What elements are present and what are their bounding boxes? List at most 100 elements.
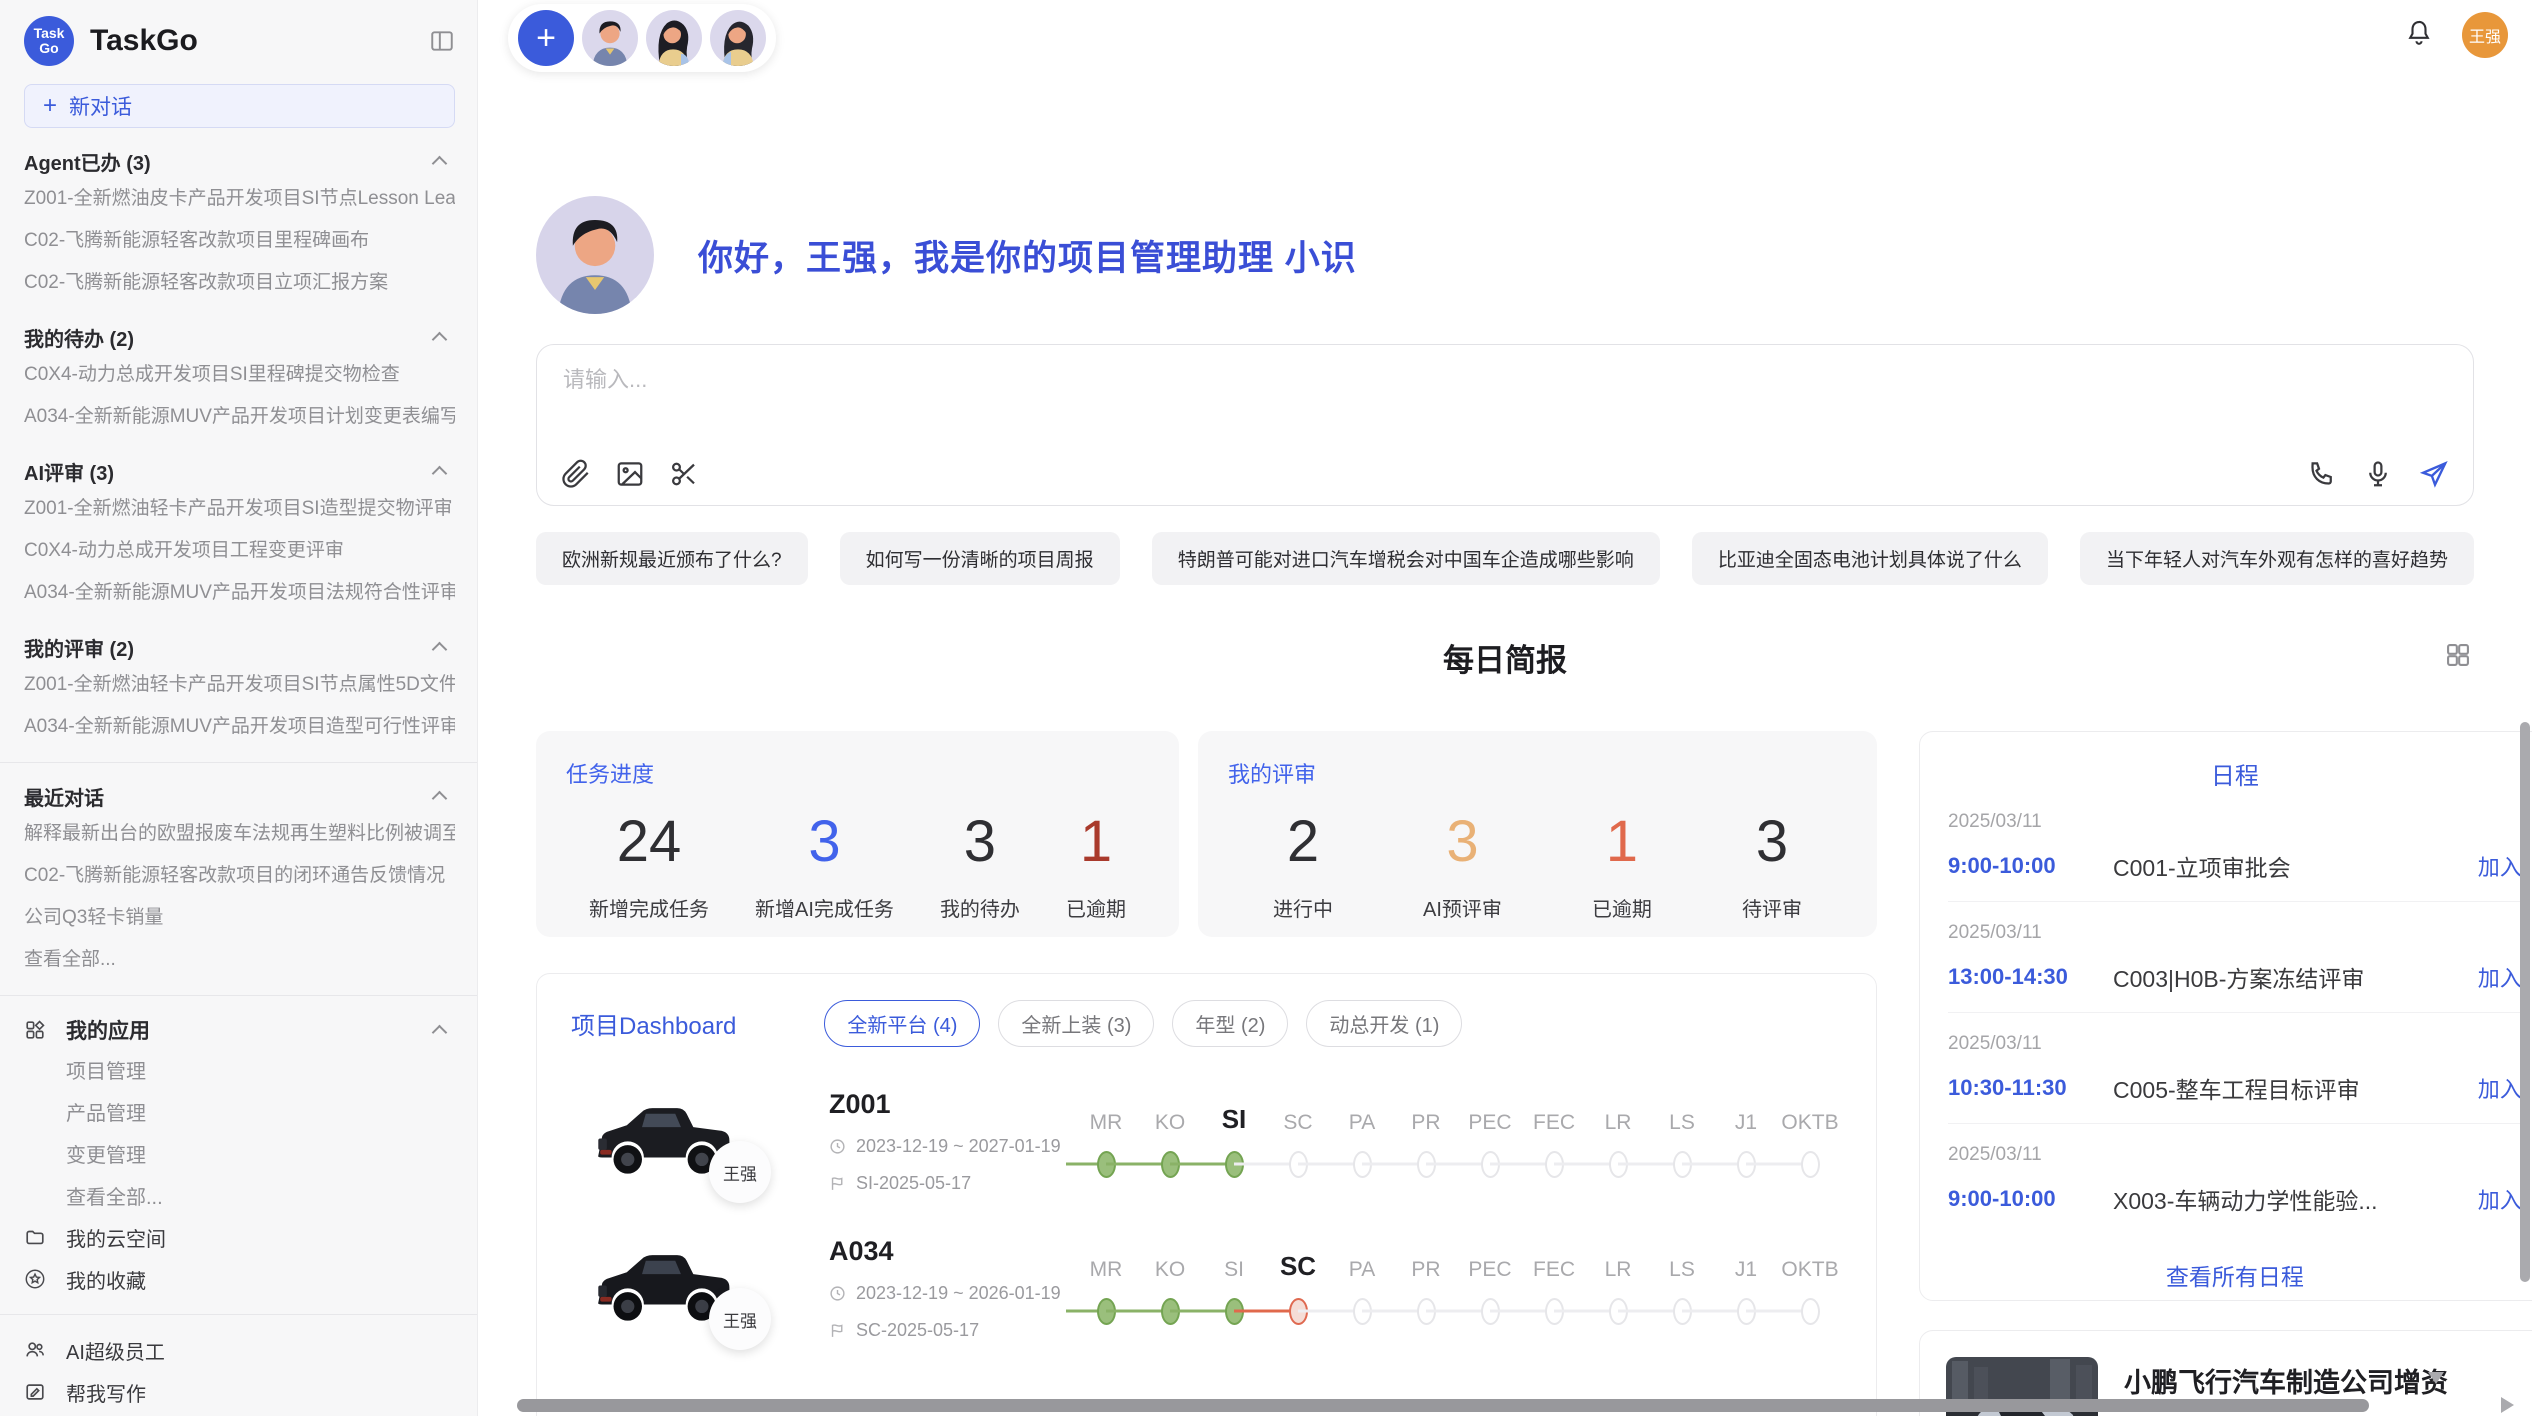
star-icon: [24, 1268, 46, 1290]
card-title: 任务进度: [566, 757, 1149, 789]
phone-icon[interactable]: [2307, 459, 2337, 489]
send-icon[interactable]: [2419, 459, 2449, 489]
clock-icon: [829, 1138, 846, 1155]
milestone-dot[interactable]: [1801, 1298, 1820, 1325]
chat-input[interactable]: [563, 367, 2447, 393]
main-content: 你好，王强，我是你的项目管理助理 小识: [478, 74, 2532, 1416]
chevron-up-icon[interactable]: [432, 791, 448, 807]
join-link[interactable]: 加入: [2478, 1072, 2522, 1104]
app-logo: Task Go: [24, 16, 74, 66]
sidebar-task-item[interactable]: Z001-全新燃油轻卡产品开发项目SI节点属性5D文件评审: [24, 664, 455, 706]
horizontal-scrollbar[interactable]: [517, 1399, 2369, 1412]
sidebar-item-ai-staff[interactable]: AI超级员工: [24, 1329, 455, 1371]
milestone-label: OKTB: [1781, 1095, 1838, 1135]
sidebar-item-cloud-space[interactable]: 我的云空间: [24, 1216, 455, 1258]
suggestion-chip[interactable]: 如何写一份清晰的项目周报: [840, 532, 1120, 585]
schedule-time: 13:00-14:30: [1948, 964, 2113, 990]
paperclip-icon[interactable]: [561, 459, 591, 489]
section-header-agent-done[interactable]: Agent已办 (3): [24, 144, 455, 178]
section-header-my-todo[interactable]: 我的待办 (2): [24, 320, 455, 354]
milestone: SI: [1202, 1242, 1266, 1334]
project-row[interactable]: 王强 Z001 2023-12-19 ~ 2027-01-19: [571, 1089, 1842, 1194]
sidebar-task-item[interactable]: A034-全新新能源MUV产品开发项目造型可行性评审: [24, 706, 455, 748]
apps-grid-icon: [24, 1019, 46, 1041]
milestone-dot-row: [1778, 1141, 1842, 1187]
dashboard-header: 项目Dashboard 全新平台 (4)全新上装 (3)年型 (2)动总开发 (…: [571, 1000, 1842, 1047]
project-row[interactable]: 王强 A034 2023-12-19 ~ 2026-01-19: [571, 1236, 1842, 1341]
milestone: PR: [1394, 1095, 1458, 1187]
sidebar-task-item[interactable]: C0X4-动力总成开发项目工程变更评审: [24, 530, 455, 572]
milestone: FEC: [1522, 1095, 1586, 1187]
filter-chip[interactable]: 全新平台 (4): [824, 1000, 980, 1047]
grid-icon[interactable]: [2444, 641, 2472, 669]
avatar[interactable]: [582, 10, 638, 66]
suggestion-chip[interactable]: 比亚迪全固态电池计划具体说了什么: [1692, 532, 2048, 585]
collapse-sidebar-icon[interactable]: [429, 28, 455, 54]
project-dates: 2023-12-19 ~ 2027-01-19: [829, 1136, 1061, 1157]
section-header-my-review[interactable]: 我的评审 (2): [24, 630, 455, 664]
sidebar-item-my-apps[interactable]: 我的应用: [24, 1012, 455, 1048]
milestone-track: MR KO: [1074, 1242, 1842, 1334]
filter-chip[interactable]: 全新上装 (3): [998, 1000, 1154, 1047]
sidebar-task-item[interactable]: Z001-全新燃油轻卡产品开发项目SI造型提交物评审: [24, 488, 455, 530]
avatar[interactable]: [646, 10, 702, 66]
view-all-schedule-link[interactable]: 查看所有日程: [1948, 1258, 2522, 1292]
milestone: J1: [1714, 1095, 1778, 1187]
sidebar-task-item[interactable]: Z001-全新燃油皮卡产品开发项目SI节点Lesson Learn报告: [24, 178, 455, 220]
new-chat-button[interactable]: + 新对话: [24, 84, 455, 128]
milestone-dot[interactable]: [1801, 1151, 1820, 1178]
filter-chip[interactable]: 年型 (2): [1172, 1000, 1288, 1047]
app-item[interactable]: 变更管理: [66, 1132, 455, 1174]
section-header-recent[interactable]: 最近对话: [24, 779, 455, 813]
join-link[interactable]: 加入: [2478, 1183, 2522, 1215]
project-image: 王强: [585, 1089, 737, 1193]
sidebar-task-item[interactable]: C02-飞腾新能源轻客改款项目里程碑画布: [24, 220, 455, 262]
milestone: LR: [1586, 1242, 1650, 1334]
agent-done-list: Z001-全新燃油皮卡产品开发项目SI节点Lesson Learn报告C02-飞…: [24, 178, 455, 304]
add-member-button[interactable]: +: [518, 10, 574, 66]
recent-chat-item[interactable]: 查看全部...: [24, 939, 455, 981]
project-flag: SC-2025-05-17: [829, 1320, 1061, 1341]
stat-metric: 2 进行中: [1273, 807, 1333, 922]
project-name: Z001: [829, 1089, 1061, 1120]
milestone-label: SI: [1222, 1095, 1247, 1135]
avatar[interactable]: [710, 10, 766, 66]
sidebar-task-item[interactable]: C02-飞腾新能源轻客改款项目立项汇报方案: [24, 262, 455, 304]
mic-icon[interactable]: [2363, 459, 2393, 489]
sidebar-task-item[interactable]: A034-全新新能源MUV产品开发项目法规符合性评审: [24, 572, 455, 614]
app-item[interactable]: 项目管理: [66, 1048, 455, 1090]
recent-chat-item[interactable]: 公司Q3轻卡销量: [24, 897, 455, 939]
suggestion-chip[interactable]: 欧洲新规最近颁布了什么?: [536, 532, 808, 585]
section-header-ai-review[interactable]: AI评审 (3): [24, 454, 455, 488]
stat-metric: 1 已逾期: [1066, 807, 1126, 922]
sidebar-item-write-helper[interactable]: 帮我写作: [24, 1371, 455, 1413]
vertical-scrollbar[interactable]: [2520, 722, 2530, 1282]
topbar-right: 王强: [2404, 12, 2508, 58]
assistant-avatar: [536, 196, 654, 314]
sidebar-item-favorites[interactable]: 我的收藏: [24, 1258, 455, 1300]
join-link[interactable]: 加入: [2478, 850, 2522, 882]
sidebar-task-item[interactable]: C0X4-动力总成开发项目SI里程碑提交物检查: [24, 354, 455, 396]
app-item[interactable]: 产品管理: [66, 1090, 455, 1132]
suggestion-chip[interactable]: 特朗普可能对进口汽车增税会对中国车企造成哪些影响: [1152, 532, 1660, 585]
scroll-right-arrow[interactable]: [2501, 1397, 2514, 1413]
image-icon[interactable]: [615, 459, 645, 489]
app-item[interactable]: 查看全部...: [66, 1174, 455, 1216]
filter-chip[interactable]: 动总开发 (1): [1306, 1000, 1462, 1047]
recent-chat-item[interactable]: 解释最新出台的欧盟报废车法规再生塑料比例被调至15%...: [24, 813, 455, 855]
chevron-up-icon[interactable]: [432, 642, 448, 658]
chevron-up-icon[interactable]: [432, 156, 448, 172]
recent-chat-item[interactable]: C02-飞腾新能源轻客改款项目的闭环通告反馈情况: [24, 855, 455, 897]
milestone-label: LR: [1605, 1095, 1632, 1135]
chevron-up-icon[interactable]: [432, 332, 448, 348]
chevron-up-icon[interactable]: [432, 466, 448, 482]
scroll-down-arrow[interactable]: [2428, 1372, 2444, 1384]
user-avatar[interactable]: 王强: [2462, 12, 2508, 58]
chevron-up-icon[interactable]: [432, 1025, 448, 1041]
sidebar-task-item[interactable]: A034-全新新能源MUV产品开发项目计划变更表编写: [24, 396, 455, 438]
suggestion-chip[interactable]: 当下年轻人对汽车外观有怎样的喜好趋势: [2080, 532, 2474, 585]
join-link[interactable]: 加入: [2478, 961, 2522, 993]
scissors-icon[interactable]: [669, 459, 699, 489]
clock-icon: [829, 1285, 846, 1302]
bell-icon[interactable]: [2404, 18, 2434, 53]
